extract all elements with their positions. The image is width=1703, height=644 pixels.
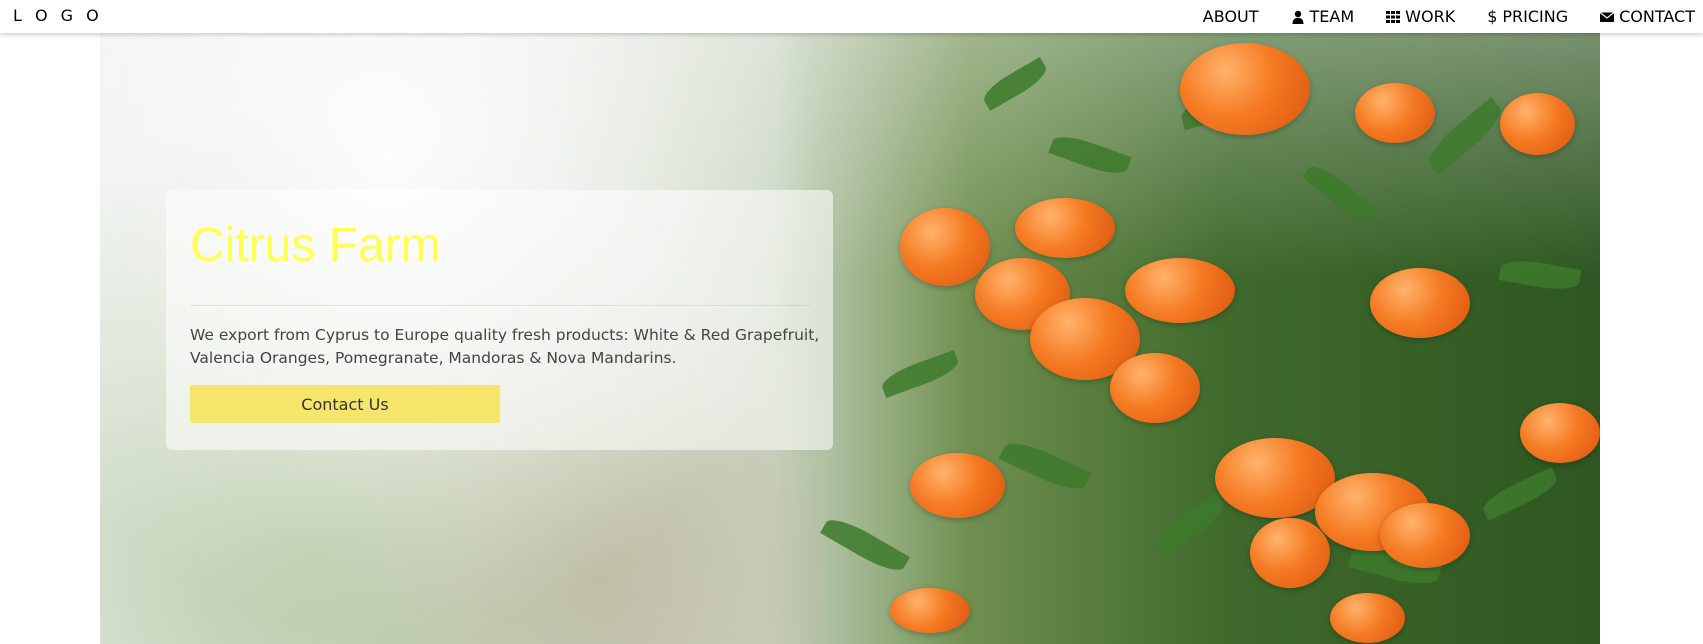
nav-item-team[interactable]: TEAM <box>1275 0 1371 33</box>
nav-label-team: TEAM <box>1309 7 1355 26</box>
logo[interactable]: L O G O <box>13 6 103 25</box>
nav-item-contact[interactable]: CONTACT <box>1584 0 1703 33</box>
top-navigation-bar: L O G O ABOUT TEAM WORK $ PRICING CONTAC… <box>0 0 1703 33</box>
nav-item-pricing[interactable]: $ PRICING <box>1471 0 1584 33</box>
nav-label-about: ABOUT <box>1202 7 1259 26</box>
nav-label-work: WORK <box>1405 7 1456 26</box>
main-nav: ABOUT TEAM WORK $ PRICING CONTACT <box>1187 0 1703 33</box>
title-divider <box>190 305 810 306</box>
user-icon <box>1292 10 1304 24</box>
nav-item-work[interactable]: WORK <box>1370 0 1471 33</box>
nav-label-pricing: PRICING <box>1502 7 1569 26</box>
nav-item-about[interactable]: ABOUT <box>1187 0 1275 33</box>
envelope-icon <box>1600 11 1615 22</box>
hero-title: Citrus Farm <box>190 219 441 272</box>
hero-description: We export from Cyprus to Europe quality … <box>190 326 820 367</box>
nav-label-contact: CONTACT <box>1619 7 1695 26</box>
grid-icon <box>1386 10 1401 23</box>
contact-us-button[interactable]: Contact Us <box>190 385 500 423</box>
hero-card: Citrus Farm We export from Cyprus to Eur… <box>166 190 833 450</box>
dollar-icon: $ <box>1487 6 1498 26</box>
